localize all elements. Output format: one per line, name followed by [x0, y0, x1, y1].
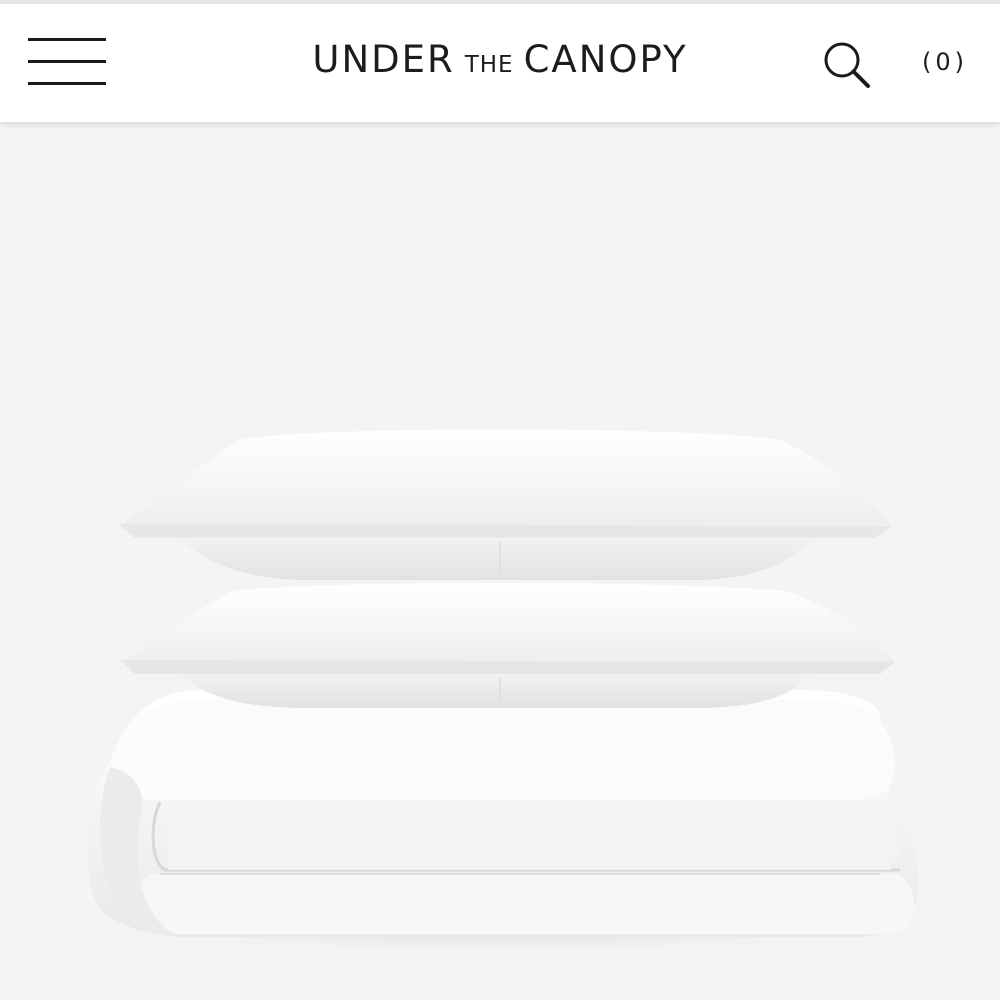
folded-duvet [87, 690, 918, 937]
brand-word-the: THE [464, 52, 514, 78]
product-hero-image [0, 122, 1000, 1000]
hamburger-menu-icon[interactable] [26, 36, 108, 92]
pillow-upper [118, 429, 892, 580]
brand-word-under: UNDER [312, 38, 455, 81]
brand-logo[interactable]: UNDER THE CANOPY [250, 38, 750, 92]
bedding-stack-illustration [60, 429, 940, 954]
site-header: UNDER THE CANOPY (0) [0, 4, 1000, 122]
brand-word-canopy: CANOPY [523, 38, 688, 81]
pillow-lower [120, 583, 895, 708]
search-icon[interactable] [820, 40, 876, 92]
cart-count[interactable]: (0) [915, 48, 975, 84]
